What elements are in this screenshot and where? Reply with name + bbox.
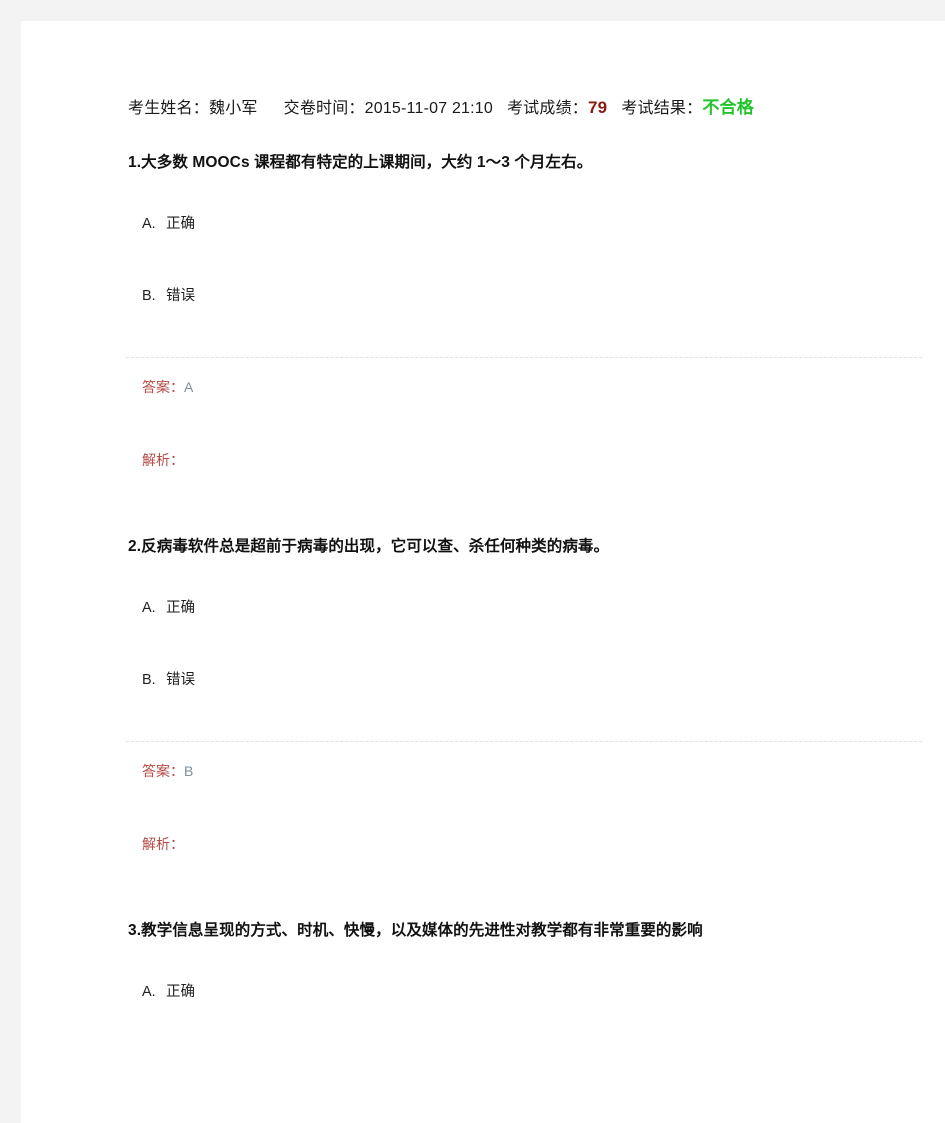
question-option[interactable]: A. 正确 bbox=[128, 213, 921, 235]
answer-label: 答案： bbox=[142, 379, 184, 395]
option-key: A. bbox=[142, 600, 156, 616]
question-item: 2.反病毒软件总是超前于病毒的出现，它可以查、杀任何种类的病毒。 A. 正确 B.… bbox=[126, 535, 922, 855]
answer-value: B bbox=[184, 763, 194, 779]
option-label: 正确 bbox=[166, 216, 195, 232]
exam-header: 考生姓名：魏小军 交卷时间：2015-11-07 21:10 考试成绩：79 考试结果… bbox=[21, 21, 945, 124]
option-label: 错误 bbox=[166, 288, 195, 304]
candidate-name-label: 考生姓名： bbox=[128, 100, 210, 117]
option-label: 正确 bbox=[166, 984, 195, 1000]
option-label: 正确 bbox=[166, 600, 195, 616]
option-key: B. bbox=[142, 288, 156, 304]
question-item: 3.教学信息呈现的方式、时机、快慢，以及媒体的先进性对教学都有非常重要的影响 A… bbox=[128, 919, 921, 1003]
option-label: 错误 bbox=[166, 672, 195, 688]
question-option[interactable]: B. 错误 bbox=[128, 285, 921, 307]
result-field: 考试结果：不合格 bbox=[621, 98, 754, 117]
question-title: 1.大多数 MOOCs 课程都有特定的上课期间，大约 1～3 个月左右。 bbox=[128, 154, 593, 171]
answer-label: 答案： bbox=[142, 763, 184, 779]
candidate-name-field: 考生姓名：魏小军 bbox=[128, 100, 258, 117]
submit-time-field: 交卷时间：2015-11-07 21:10 bbox=[284, 100, 493, 117]
submit-time-label: 交卷时间： bbox=[283, 100, 365, 117]
question-option[interactable]: A. 正确 bbox=[128, 597, 921, 619]
submit-time-value: 2015-11-07 21:10 bbox=[364, 100, 493, 117]
question-option[interactable]: B. 错误 bbox=[128, 669, 921, 691]
analysis-label: 解析： bbox=[142, 452, 184, 468]
candidate-name-value: 魏小军 bbox=[209, 100, 258, 117]
answer-row: 答案：A bbox=[128, 358, 921, 398]
option-key: A. bbox=[142, 216, 156, 232]
score-field: 考试成绩：79 bbox=[506, 98, 608, 117]
result-value: 不合格 bbox=[702, 98, 754, 117]
score-label: 考试成绩： bbox=[506, 100, 588, 117]
option-key: B. bbox=[142, 672, 156, 688]
result-label: 考试结果： bbox=[621, 100, 703, 117]
analysis-label: 解析： bbox=[142, 836, 184, 852]
question-option[interactable]: A. 正确 bbox=[128, 981, 921, 1003]
analysis-row: 解析： bbox=[128, 833, 921, 855]
option-key: A. bbox=[142, 984, 156, 1000]
question-item: 1.大多数 MOOCs 课程都有特定的上课期间，大约 1～3 个月左右。 A. 正… bbox=[126, 151, 922, 471]
score-value: 79 bbox=[588, 98, 608, 117]
answer-value: A bbox=[184, 379, 194, 395]
question-title: 3.教学信息呈现的方式、时机、快慢，以及媒体的先进性对教学都有非常重要的影响 bbox=[128, 922, 703, 939]
exam-result-page: 考生姓名：魏小军 交卷时间：2015-11-07 21:10 考试成绩：79 考试结果… bbox=[21, 21, 945, 1123]
analysis-row: 解析： bbox=[128, 449, 921, 471]
answer-row: 答案：B bbox=[128, 742, 921, 782]
question-list: 1.大多数 MOOCs 课程都有特定的上课期间，大约 1～3 个月左右。 A. 正… bbox=[21, 124, 945, 1003]
question-title: 2.反病毒软件总是超前于病毒的出现，它可以查、杀任何种类的病毒。 bbox=[128, 538, 610, 555]
